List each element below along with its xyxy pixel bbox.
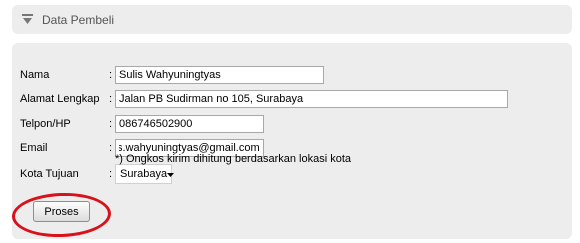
section-header: Data Pembeli [12, 5, 572, 34]
nama-input[interactable] [115, 66, 324, 84]
section-title: Data Pembeli [42, 12, 115, 27]
shipping-note: *) Ongkos kirim dihitung berdasarkan lok… [115, 153, 352, 165]
nama-label: Nama [20, 69, 50, 81]
alamat-label: Alamat Lengkap [20, 93, 100, 105]
telpon-input[interactable] [115, 115, 264, 133]
row-kota: Kota Tujuan : Surabaya [20, 163, 175, 185]
chevron-down-icon [167, 168, 175, 180]
alamat-input[interactable] [115, 90, 508, 108]
row-alamat: Alamat Lengkap : [20, 88, 508, 110]
row-telpon: Telpon/HP : [20, 113, 264, 135]
email-label: Email [20, 142, 48, 154]
row-nama: Nama : [20, 64, 324, 86]
down-arrow-icon [20, 13, 34, 27]
telpon-label: Telpon/HP [20, 118, 71, 130]
kota-select[interactable]: Surabaya [115, 164, 175, 184]
kota-label: Kota Tujuan [20, 168, 79, 180]
kota-selected-value: Surabaya [120, 168, 168, 180]
